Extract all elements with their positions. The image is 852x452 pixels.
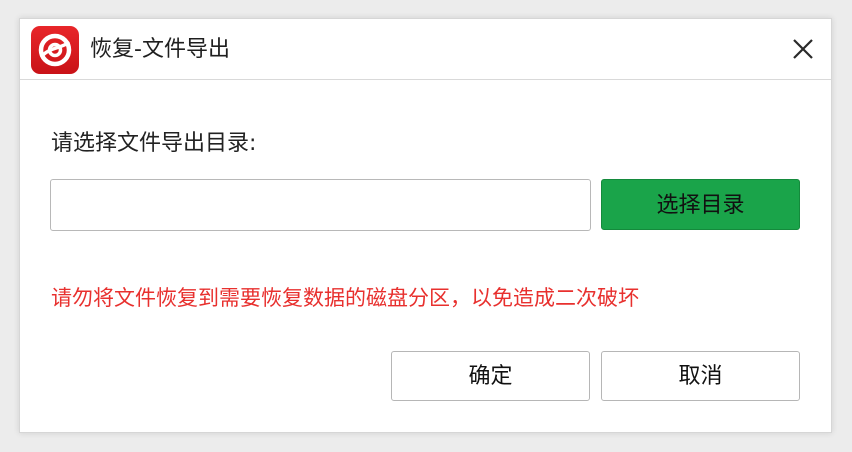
- close-icon[interactable]: [786, 32, 820, 66]
- confirm-button[interactable]: 确定: [391, 351, 590, 401]
- export-dialog: 恢复-文件导出 请选择文件导出目录: 选择目录 请勿将文件恢复到需要恢复数据的磁…: [19, 18, 832, 433]
- close-button[interactable]: [786, 32, 820, 66]
- warning-message: 请勿将文件恢复到需要恢复数据的磁盘分区，以免造成二次破坏: [51, 286, 639, 310]
- title-bar: 恢复-文件导出: [20, 19, 831, 80]
- select-directory-button[interactable]: 选择目录: [601, 179, 800, 230]
- export-directory-input[interactable]: [50, 179, 591, 231]
- cancel-button[interactable]: 取消: [601, 351, 800, 401]
- window-title: 恢复-文件导出: [90, 37, 230, 62]
- export-directory-label: 请选择文件导出目录:: [51, 131, 257, 156]
- recovery-logo-icon: [31, 26, 79, 74]
